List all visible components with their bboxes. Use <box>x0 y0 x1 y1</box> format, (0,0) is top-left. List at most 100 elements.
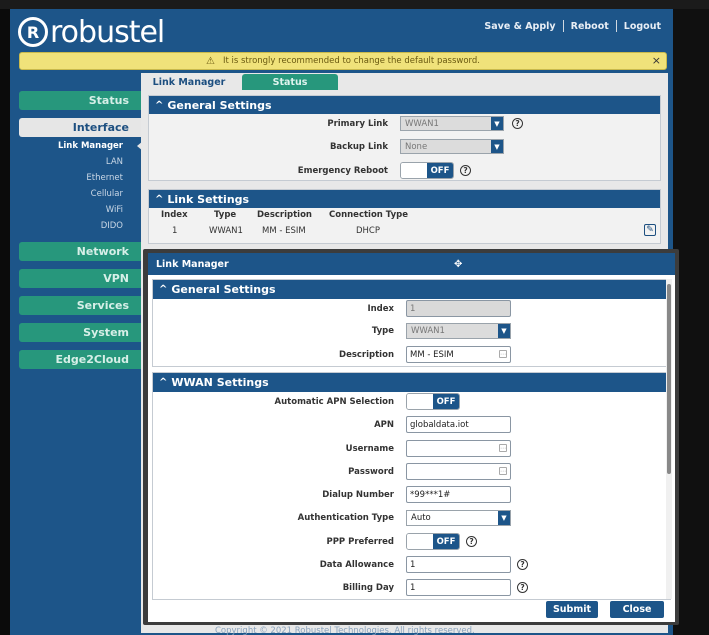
toggle-knob <box>407 534 433 549</box>
save-apply-link[interactable]: Save & Apply <box>484 21 555 32</box>
submit-button[interactable]: Submit <box>546 601 598 618</box>
collapse-caret-icon: ^ <box>155 99 164 111</box>
billing-day-value: 1 <box>410 582 416 593</box>
link-separator <box>615 20 617 32</box>
type-row: Type WWAN1 ▼ <box>300 323 511 339</box>
subnav-dido[interactable]: DIDO <box>19 221 123 231</box>
collapse-caret-icon: ^ <box>159 284 168 295</box>
chevron-down-icon: ▼ <box>498 324 510 338</box>
data-allowance-input[interactable]: 1 <box>406 556 511 573</box>
billing-day-input[interactable]: 1 <box>406 579 511 596</box>
auth-type-label: Authentication Type <box>297 513 394 523</box>
type-value: WWAN1 <box>411 326 445 336</box>
subnav-ethernet[interactable]: Ethernet <box>19 173 123 183</box>
nav-services[interactable]: Services <box>19 296 141 315</box>
link-settings-header[interactable]: ^ Link Settings <box>149 190 660 208</box>
data-allowance-label: Data Allowance <box>319 559 394 570</box>
dialup-input[interactable]: *99***1# <box>406 486 511 503</box>
backup-link-label: Backup Link <box>329 141 388 152</box>
index-field: 1 <box>406 300 511 317</box>
auto-apn-toggle[interactable]: OFF <box>406 393 460 410</box>
wwan-settings-header[interactable]: ^ WWAN Settings <box>153 373 670 392</box>
ppp-preferred-toggle[interactable]: OFF <box>406 533 460 550</box>
auth-type-select[interactable]: Auto ▼ <box>406 510 511 526</box>
table-cell-index: 1 <box>172 226 178 236</box>
warning-triangle-icon: ⚠ <box>206 55 215 67</box>
toggle-state: OFF <box>427 163 453 178</box>
table-cell-type: WWAN1 <box>209 226 243 236</box>
modal-title: Link Manager <box>156 258 229 270</box>
top-strip <box>0 0 709 9</box>
nav-status[interactable]: Status <box>19 91 141 110</box>
column-header-description: Description <box>257 210 312 220</box>
dialup-row: Dialup Number *99***1# <box>300 486 511 503</box>
nav-network[interactable]: Network <box>19 242 141 261</box>
dialup-value: *99***1# <box>410 489 451 500</box>
type-select: WWAN1 ▼ <box>406 323 511 339</box>
nav-vpn[interactable]: VPN <box>19 269 141 288</box>
subnav-cellular[interactable]: Cellular <box>19 189 123 199</box>
toggle-knob <box>407 394 433 409</box>
backup-link-select[interactable]: None ▼ <box>400 139 504 154</box>
subnav-link-manager[interactable]: Link Manager <box>19 141 123 151</box>
nav-system[interactable]: System <box>19 323 141 342</box>
help-icon[interactable]: ? <box>517 582 528 593</box>
modal-general-settings-header[interactable]: ^ General Settings <box>153 280 670 299</box>
move-icon[interactable]: ✥ <box>454 259 462 270</box>
primary-link-row: Primary Link WWAN1 ▼ ? <box>300 116 523 131</box>
nav-edge2cloud[interactable]: Edge2Cloud <box>19 350 141 369</box>
emergency-reboot-label: Emergency Reboot <box>297 165 388 176</box>
top-links: Save & Apply Reboot Logout <box>484 20 661 32</box>
reboot-link[interactable]: Reboot <box>571 21 609 32</box>
close-icon[interactable]: × <box>652 54 661 67</box>
help-icon[interactable]: ? <box>466 536 477 547</box>
billing-day-label: Billing Day <box>342 582 394 593</box>
password-input[interactable]: ⋯ <box>406 463 511 480</box>
edit-icon[interactable]: ✎ <box>644 224 656 236</box>
column-header-index: Index <box>161 210 188 220</box>
footer-copyright: Copyright © 2021 Robustel Technologies. … <box>215 626 475 635</box>
tab-status[interactable]: Status <box>242 74 338 90</box>
description-row: Description MM - ESIM ⋯ <box>300 346 511 363</box>
apn-input[interactable]: globaldata.iot <box>406 416 511 433</box>
primary-link-value: WWAN1 <box>405 118 439 129</box>
primary-link-select[interactable]: WWAN1 ▼ <box>400 116 504 131</box>
modal-scrollbar[interactable] <box>666 279 672 599</box>
modal-title-bar[interactable]: Link Manager <box>148 253 675 275</box>
description-label: Description <box>339 349 394 360</box>
close-button[interactable]: Close <box>610 601 664 618</box>
password-label: Password <box>348 466 394 477</box>
general-settings-header[interactable]: ^ General Settings <box>149 96 660 114</box>
apn-label: APN <box>374 419 394 430</box>
password-warning-banner: ⚠ It is strongly recommended to change t… <box>19 52 667 70</box>
apn-value: globaldata.iot <box>410 419 469 430</box>
description-field[interactable]: MM - ESIM ⋯ <box>406 346 511 363</box>
chevron-down-icon: ▼ <box>498 511 510 525</box>
help-icon[interactable]: ? <box>512 118 523 129</box>
link-separator <box>562 20 564 32</box>
collapse-caret-icon: ^ <box>155 193 164 205</box>
tab-link-manager[interactable]: Link Manager <box>141 74 237 90</box>
logo-text: robustel <box>50 14 165 50</box>
scrollbar-thumb[interactable] <box>667 284 671 474</box>
nav-interface[interactable]: Interface <box>19 118 141 137</box>
logout-link[interactable]: Logout <box>624 21 661 32</box>
subnav-wifi[interactable]: WiFi <box>19 205 123 215</box>
auth-type-row: Authentication Type Auto ▼ <box>280 510 511 526</box>
index-value: 1 <box>410 303 416 314</box>
username-input[interactable]: ⋯ <box>406 440 511 457</box>
auto-apn-label: Automatic APN Selection <box>274 396 394 407</box>
warning-text: It is strongly recommended to change the… <box>222 56 480 66</box>
emergency-reboot-toggle[interactable]: OFF <box>400 162 454 179</box>
table-cell-description: MM - ESIM <box>262 226 306 236</box>
backup-link-row: Backup Link None ▼ <box>300 139 504 154</box>
subnav-lan[interactable]: LAN <box>19 157 123 167</box>
index-label: Index <box>367 303 394 314</box>
help-icon[interactable]: ? <box>517 559 528 570</box>
help-icon[interactable]: ? <box>460 165 471 176</box>
section-title: General Settings <box>167 98 272 112</box>
toggle-state: OFF <box>433 394 459 409</box>
username-label: Username <box>345 443 394 454</box>
auth-type-value: Auto <box>411 513 431 523</box>
ppp-preferred-row: PPP Preferred OFF ? <box>300 533 477 550</box>
